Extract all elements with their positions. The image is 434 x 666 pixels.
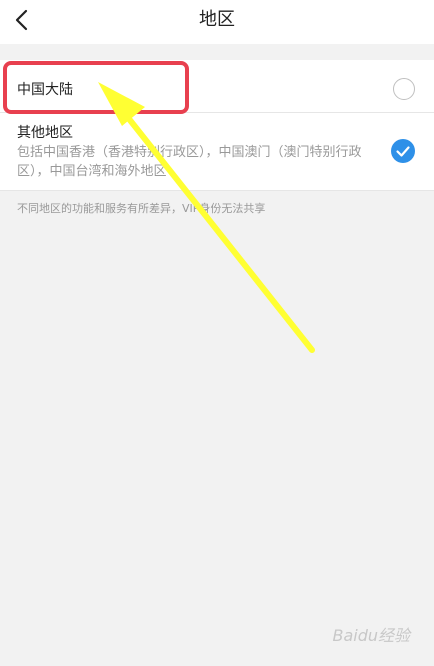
arrow-annotation xyxy=(98,82,315,353)
watermark: Baidu经验 xyxy=(332,626,410,645)
